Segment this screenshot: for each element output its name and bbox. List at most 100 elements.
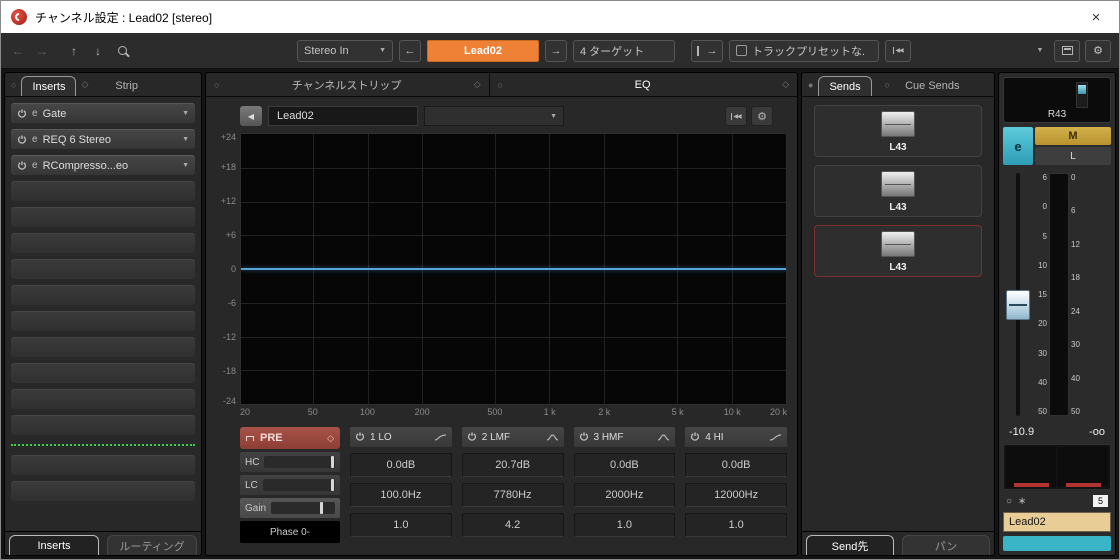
- low-cut-slider[interactable]: [262, 479, 335, 491]
- preset-diamond-icon[interactable]: ◇: [81, 79, 88, 90]
- forward-button[interactable]: →: [33, 40, 51, 62]
- high-cut-row[interactable]: HC: [240, 452, 340, 472]
- power-icon[interactable]: [17, 109, 27, 119]
- back-button[interactable]: ←: [9, 40, 27, 62]
- tab-strip[interactable]: Strip: [105, 76, 148, 96]
- insert-slot-empty[interactable]: [11, 311, 195, 331]
- fader-level-value[interactable]: -10.9: [1009, 426, 1034, 438]
- channel-color-bar[interactable]: [1003, 536, 1111, 551]
- high-cut-slider[interactable]: [264, 456, 335, 468]
- eq-reset-button[interactable]: ◀◀: [725, 106, 747, 126]
- insert-slot-empty[interactable]: [11, 481, 195, 501]
- targets-select[interactable]: 4 ターゲット: [573, 39, 675, 62]
- insert-slot-empty[interactable]: [11, 389, 195, 409]
- settings-button[interactable]: ⚙: [1085, 39, 1111, 62]
- pre-post-fader-separator[interactable]: [11, 441, 195, 449]
- insert-slot[interactable]: e REQ 6 Stereo ▼: [11, 129, 195, 149]
- eq-band-gain[interactable]: 0.0dB: [573, 453, 676, 477]
- low-cut-row[interactable]: LC: [240, 475, 340, 495]
- power-icon[interactable]: [467, 432, 477, 442]
- pre-filters-button[interactable]: PRE ◇: [240, 427, 340, 449]
- peak-level-value[interactable]: -oo: [1089, 426, 1105, 438]
- eq-band-freq[interactable]: 12000Hz: [685, 483, 787, 507]
- eq-header[interactable]: ○ EQ ◇: [490, 73, 797, 96]
- eq-band-freq[interactable]: 7780Hz: [461, 483, 564, 507]
- channel-name-display[interactable]: Lead02: [1003, 512, 1111, 532]
- insert-slot-empty[interactable]: [11, 337, 195, 357]
- send-slot[interactable]: L43: [814, 105, 982, 157]
- direct-routing-button[interactable]: →: [691, 39, 723, 62]
- power-icon[interactable]: [355, 432, 365, 442]
- send-fader-cap[interactable]: [881, 111, 915, 137]
- functions-menu-button[interactable]: ▼: [1031, 40, 1049, 62]
- insert-slot-empty[interactable]: [11, 415, 195, 435]
- open-window-button[interactable]: [1054, 39, 1080, 62]
- listen-button[interactable]: L: [1035, 147, 1111, 165]
- insert-slot-empty[interactable]: [11, 233, 195, 253]
- preset-diamond-icon[interactable]: ◇: [782, 79, 789, 90]
- eq-band-gain[interactable]: 0.0dB: [350, 453, 452, 477]
- tab-inserts[interactable]: Inserts: [21, 76, 77, 96]
- preset-diamond-icon[interactable]: ◇: [474, 79, 481, 90]
- pan-control[interactable]: R43: [1003, 77, 1111, 123]
- notepad-asterisk-icon[interactable]: ∗: [1018, 496, 1026, 507]
- power-icon[interactable]: [579, 432, 589, 442]
- slider-handle[interactable]: [331, 456, 334, 468]
- send-fader-cap[interactable]: [881, 231, 915, 257]
- mute-button[interactable]: M: [1035, 127, 1111, 145]
- eq-band-q[interactable]: 4.2: [461, 513, 564, 537]
- power-icon[interactable]: [690, 432, 700, 442]
- tab-cue-sends[interactable]: Cue Sends: [895, 76, 969, 96]
- automation-circle-icon[interactable]: ○: [1006, 496, 1012, 507]
- eq-settings-button[interactable]: ⚙: [751, 106, 773, 126]
- edit-plugin-icon[interactable]: e: [32, 108, 38, 119]
- eq-preset-select[interactable]: ▼: [424, 106, 564, 126]
- send-slot-selected[interactable]: L43: [814, 225, 982, 277]
- next-channel-button[interactable]: ↓: [89, 40, 107, 62]
- eq-band-header[interactable]: 4 HI: [685, 427, 787, 447]
- volume-fader[interactable]: [1003, 171, 1033, 418]
- track-preset-field[interactable]: トラックプリセットな.: [729, 39, 879, 62]
- insert-slot-empty[interactable]: [11, 207, 195, 227]
- edit-channel-button[interactable]: e: [1003, 127, 1033, 165]
- bottom-tab-pan[interactable]: パン: [902, 535, 990, 555]
- bottom-tab-send-destination[interactable]: Send先: [806, 535, 894, 555]
- eq-band-gain[interactable]: 0.0dB: [685, 453, 787, 477]
- slider-handle[interactable]: [331, 479, 334, 491]
- insert-slot-empty[interactable]: [11, 285, 195, 305]
- send-slot[interactable]: L43: [814, 165, 982, 217]
- insert-slot[interactable]: e RCompresso...eo ▼: [11, 155, 195, 175]
- eq-band-q[interactable]: 1.0: [685, 513, 787, 537]
- eq-band-header[interactable]: 2 LMF: [461, 427, 564, 447]
- gain-row[interactable]: Gain: [240, 498, 340, 518]
- band-curve-icon[interactable]: [769, 433, 782, 442]
- prev-edited-channel-button[interactable]: ←: [399, 39, 421, 62]
- edit-plugin-icon[interactable]: e: [32, 134, 38, 145]
- pan-slider-track[interactable]: [1076, 82, 1088, 108]
- power-icon[interactable]: [17, 135, 27, 145]
- eq-graph[interactable]: [240, 133, 787, 405]
- insert-slot-empty[interactable]: [11, 259, 195, 279]
- tab-sends[interactable]: Sends: [818, 76, 872, 96]
- channel-search-button[interactable]: [113, 40, 131, 62]
- eq-band-freq[interactable]: 2000Hz: [573, 483, 676, 507]
- band-curve-icon[interactable]: [546, 433, 559, 442]
- eq-band-freq[interactable]: 100.0Hz: [350, 483, 452, 507]
- next-edited-channel-button[interactable]: →: [545, 39, 567, 62]
- channel-strip-header[interactable]: ○ チャンネルストリップ ◇: [206, 73, 490, 96]
- gain-slider[interactable]: [271, 502, 335, 514]
- insert-slot-empty[interactable]: [11, 455, 195, 475]
- bottom-tab-inserts[interactable]: Inserts: [9, 535, 99, 555]
- fader-handle[interactable]: [1006, 289, 1030, 320]
- phase-button[interactable]: Phase 0-: [240, 521, 340, 543]
- bypass-inserts-button[interactable]: ◀◀: [885, 39, 911, 62]
- insert-slot-empty[interactable]: [11, 181, 195, 201]
- bottom-tab-routing[interactable]: ルーティング: [107, 535, 197, 555]
- eq-curve-line[interactable]: [241, 268, 786, 270]
- band-curve-icon[interactable]: [434, 433, 447, 442]
- insert-slot[interactable]: e Gate ▼: [11, 103, 195, 123]
- eq-band-q[interactable]: 1.0: [350, 513, 452, 537]
- slider-handle[interactable]: [319, 502, 323, 514]
- edit-plugin-icon[interactable]: e: [32, 160, 38, 171]
- prev-channel-button[interactable]: ↑: [65, 40, 83, 62]
